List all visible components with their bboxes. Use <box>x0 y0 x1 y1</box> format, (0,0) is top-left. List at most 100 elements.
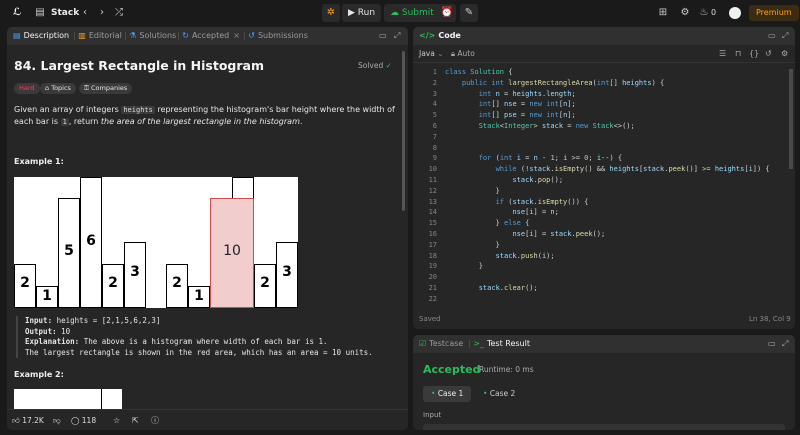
code-line[interactable]: 14 nse[i] = n; <box>413 207 783 218</box>
auto-mode[interactable]: 🔒︎ Auto <box>451 45 475 63</box>
line-number: 4 <box>432 100 437 109</box>
shuffle-icon[interactable]: ⤮ <box>113 0 125 26</box>
description-panel: ▤ Description | ▥ Editorial | ⚗ Solutions |… <box>7 27 408 430</box>
terminal-icon: >_ <box>473 339 484 348</box>
gear-icon[interactable]: ⚙ <box>678 0 692 26</box>
code-line[interactable]: 2 public int largestRectangleArea(int[] … <box>413 78 783 89</box>
settings-icon[interactable]: ⚙ <box>781 45 788 63</box>
premium-button[interactable]: Premium <box>749 5 799 21</box>
code-line[interactable]: 12 } <box>413 186 783 197</box>
editorial-icon: ▥ <box>78 31 86 40</box>
code-line[interactable]: 4 int[] nse = new int[n]; <box>413 99 783 110</box>
code-line[interactable]: 6 Stack<Integer> stack = new Stack<>(); <box>413 121 783 132</box>
code-line[interactable]: 8 <box>413 143 783 154</box>
code-line[interactable]: 17 } <box>413 240 783 251</box>
next-problem-icon[interactable]: › <box>96 0 108 26</box>
case-1-tab[interactable]: • Case 1 <box>423 386 472 402</box>
histogram-bar: 2 <box>102 264 124 308</box>
expand-icon[interactable]: ⤢ <box>394 27 400 45</box>
code-line[interactable]: 7 <box>413 132 783 143</box>
code-text: } <box>445 262 483 271</box>
tab-solutions[interactable]: | ⚗ Solutions <box>124 27 176 45</box>
code-line[interactable]: 15 } else { <box>413 218 783 229</box>
code-line[interactable]: 11 stack.pop(); <box>413 175 783 186</box>
code-text: for (int i = n - 1; i >= 0; i--) { <box>478 154 623 163</box>
code-text: } else { <box>445 219 530 228</box>
maximize-icon[interactable]: ▭ <box>768 335 776 353</box>
tab-testcase[interactable]: ☑ Testcase <box>419 335 463 353</box>
code-line[interactable]: 22 <box>413 294 783 305</box>
line-number: 7 <box>432 132 437 141</box>
leetcode-logo-icon[interactable]: ℒ <box>8 0 26 26</box>
debug-icon[interactable]: ✲ <box>322 4 340 22</box>
code-text: } <box>445 240 500 249</box>
like-button[interactable]: 👍︎ 17.2K <box>12 414 44 427</box>
comments-button[interactable]: ◯ 118 <box>71 414 96 427</box>
code-line[interactable]: 18 stack.push(i); <box>413 251 783 262</box>
streak-fire-icon[interactable]: ♨ <box>699 0 709 26</box>
line-number: 19 <box>428 262 437 271</box>
code-text: while (!stack.isEmpty() && heights[stack… <box>495 165 770 174</box>
histogram-bar: 6 <box>80 177 102 308</box>
submit-button[interactable]: ☁ Submit <box>384 4 440 22</box>
editor-toolbar: Java ⌄ 🔒︎ Auto ☰ ⊓ {} ↺ ⚙ <box>413 45 795 63</box>
avatar[interactable] <box>729 7 741 19</box>
code-line[interactable]: 1 class Solution { <box>413 67 783 78</box>
line-number: 1 <box>432 68 437 76</box>
histogram-bar: 1 <box>36 286 58 308</box>
companies-button[interactable]: ⚿ Companies <box>79 83 133 94</box>
code-text: stack.pop(); <box>512 176 564 184</box>
share-icon[interactable]: ⇱ <box>132 414 139 427</box>
close-tab-icon[interactable]: × <box>233 31 240 40</box>
language-select[interactable]: Java ⌄ <box>419 45 444 63</box>
dislike-icon[interactable]: 👎︎ <box>53 414 61 427</box>
example1-block: Input: heights = [2,1,5,6,2,3] Output: 1… <box>16 316 401 358</box>
code-editor[interactable]: 1 class Solution {2 public int largestRec… <box>413 67 795 307</box>
code-text: if (stack.isEmpty()) { <box>495 197 589 206</box>
tab-editorial[interactable]: | ▥ Editorial <box>73 27 122 45</box>
code-line[interactable]: 9 for (int i = n - 1; i >= 0; i--) { <box>413 153 783 164</box>
maximize-icon[interactable]: ▭ <box>379 27 387 45</box>
code-line[interactable]: 21 stack.clear(); <box>413 283 783 294</box>
bookmark-icon[interactable]: ⊓ <box>735 45 741 63</box>
expand-icon[interactable]: ⤢ <box>782 335 788 353</box>
accepted-icon: ↻ <box>182 31 189 40</box>
timer-icon[interactable]: ⏰ <box>438 4 456 22</box>
topics-button[interactable]: ⌂ Topics <box>40 83 76 94</box>
braces-icon[interactable]: {} <box>749 45 759 63</box>
layout-icon[interactable]: ⊞ <box>656 0 670 26</box>
tab-test-result[interactable]: | >_ Test Result <box>468 335 530 353</box>
problem-list-title[interactable]: Stack <box>51 0 79 26</box>
code-line[interactable]: 10 while (!stack.isEmpty() && heights[st… <box>413 164 783 175</box>
format-icon[interactable]: ☰ <box>719 45 726 63</box>
check-circle-icon: ✓ <box>385 61 392 70</box>
tab-submissions[interactable]: | ↺ Submissions <box>243 27 308 45</box>
code-scrollbar[interactable] <box>789 69 793 169</box>
code-text: nse[i] = stack.peek(); <box>512 230 606 238</box>
code-line[interactable]: 13 if (stack.isEmpty()) { <box>413 197 783 208</box>
expand-icon[interactable]: ⤢ <box>782 27 788 45</box>
line-number: 2 <box>432 78 437 87</box>
prev-problem-icon[interactable]: ‹ <box>79 0 91 26</box>
code-tab[interactable]: </> Code <box>419 27 461 45</box>
tab-accepted[interactable]: | ↻ Accepted × <box>177 27 240 45</box>
code-line[interactable]: 19 } <box>413 261 783 272</box>
notes-icon[interactable]: ✎ <box>460 4 478 22</box>
case-2-tab[interactable]: • Case 2 <box>477 386 521 402</box>
description-tab-bar: ▤ Description | ▥ Editorial | ⚗ Solutions |… <box>7 27 408 45</box>
help-icon[interactable]: ⓘ <box>151 414 159 427</box>
code-line[interactable]: 5 int[] pse = new int[n]; <box>413 110 783 121</box>
reset-icon[interactable]: ↺ <box>765 45 772 63</box>
streak-count: 0 <box>711 8 717 17</box>
tab-description[interactable]: ▤ Description <box>13 27 69 45</box>
problem-list-icon[interactable]: ▤ <box>34 0 46 26</box>
code-line[interactable]: 20 <box>413 272 783 283</box>
run-button[interactable]: ▶ Run <box>342 4 382 22</box>
code-line[interactable]: 3 int n = heights.length; <box>413 89 783 100</box>
star-icon[interactable]: ☆ <box>113 414 120 427</box>
play-icon: ▶ <box>348 8 358 18</box>
description-scrollbar[interactable] <box>402 51 405 211</box>
top-bar: ℒ ▤ Stack ‹ › ⤮ ✲ ▶ Run ☁ Submit ⏰ ✎ ⊞ ⚙… <box>0 0 800 26</box>
code-line[interactable]: 16 nse[i] = stack.peek(); <box>413 229 783 240</box>
maximize-icon[interactable]: ▭ <box>768 27 776 45</box>
